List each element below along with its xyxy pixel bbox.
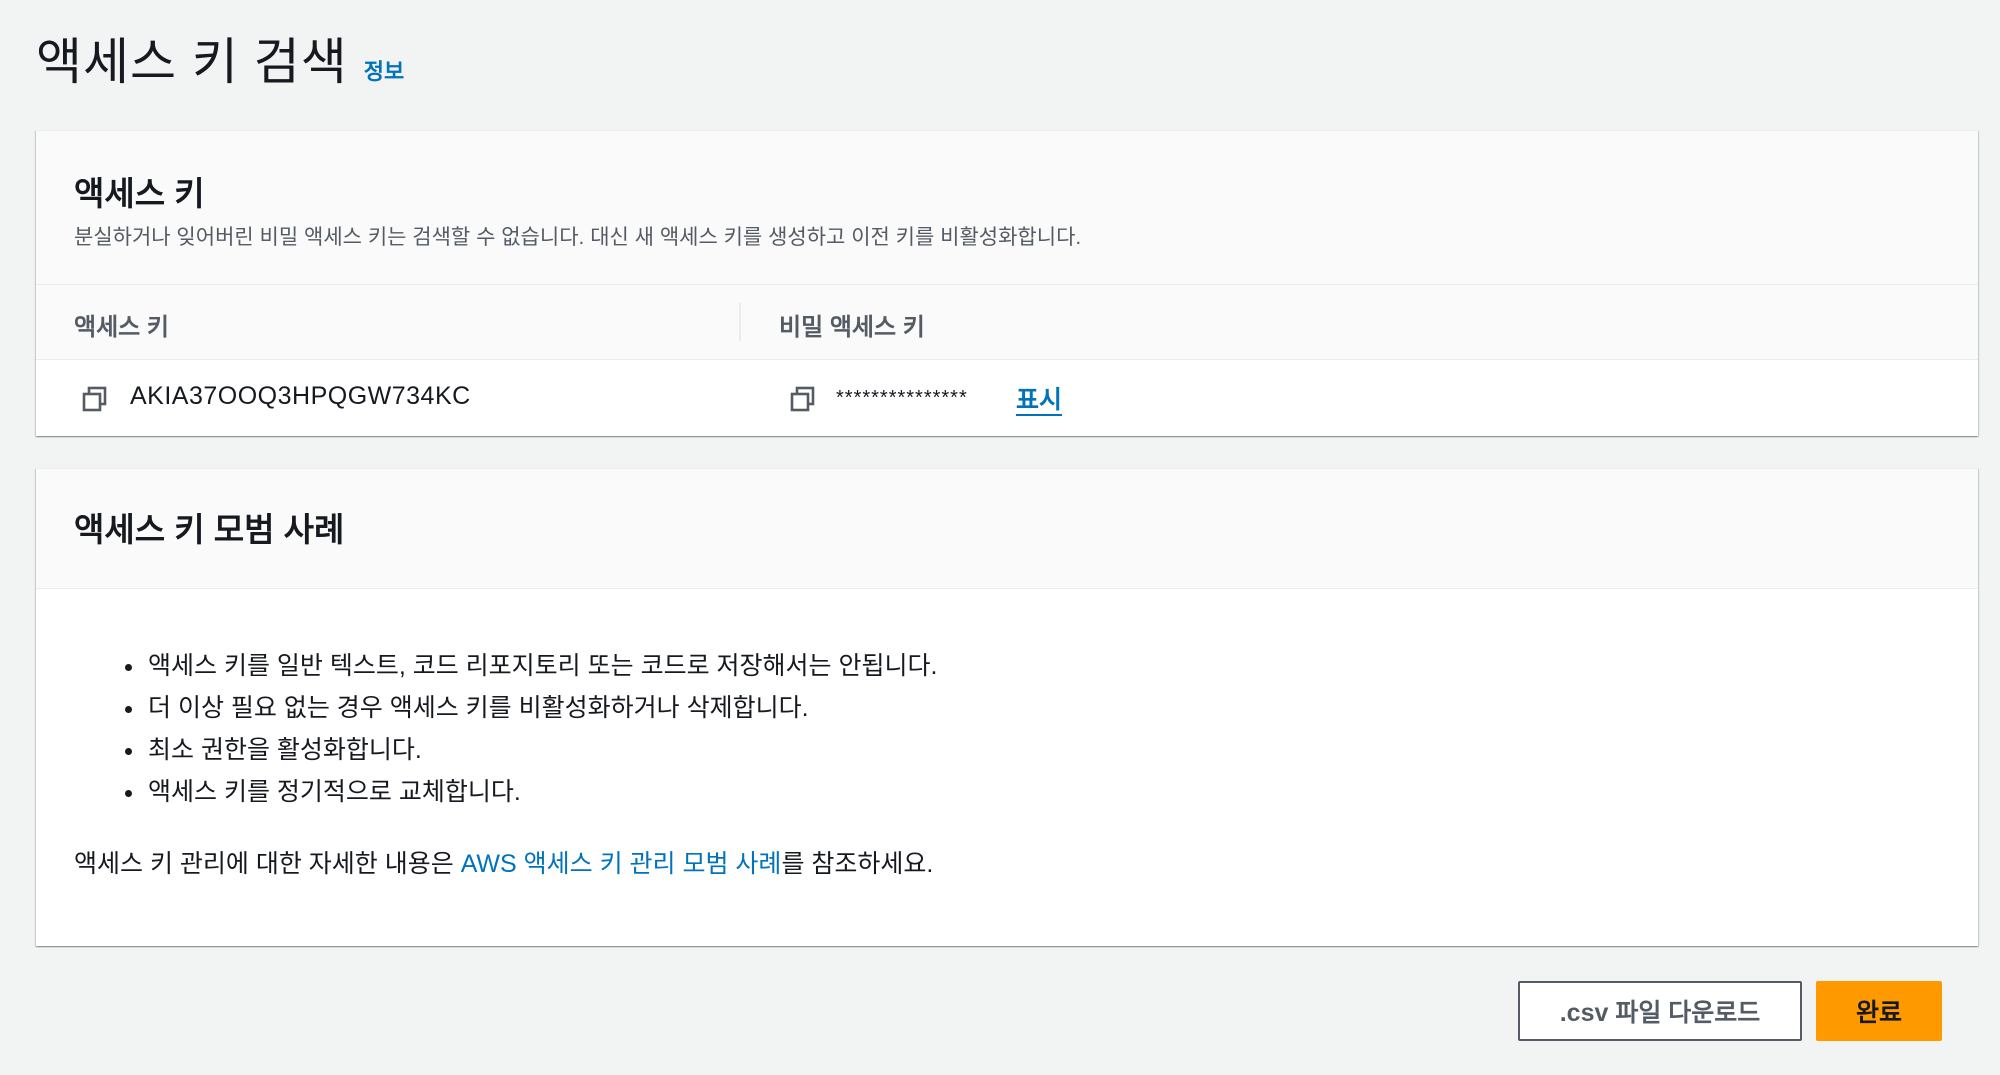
best-practices-link[interactable]: AWS 액세스 키 관리 모범 사례: [461, 850, 782, 878]
download-csv-button[interactable]: .csv 파일 다운로드: [1518, 981, 1802, 1041]
copy-icon[interactable]: [788, 384, 818, 414]
access-key-table-header: 액세스 키 비밀 액세스 키: [36, 285, 1978, 360]
best-practices-panel-header: 액세스 키 모범 사례: [36, 469, 1978, 589]
access-key-panel-description: 분실하거나 잊어버린 비밀 액세스 키는 검색할 수 없습니다. 대신 새 액세…: [74, 226, 1082, 249]
list-item: 액세스 키를 일반 텍스트, 코드 리포지토리 또는 코드로 저장해서는 안됩니…: [146, 645, 937, 687]
show-secret-link[interactable]: 표시: [1016, 380, 1062, 416]
page-title: 액세스 키 검색: [36, 34, 348, 90]
access-key-panel-title: 액세스 키: [74, 175, 205, 212]
access-key-panel-header: 액세스 키 분실하거나 잊어버린 비밀 액세스 키는 검색할 수 없습니다. 대…: [36, 131, 1978, 285]
column-divider: [739, 303, 741, 341]
best-practices-panel: 액세스 키 모범 사례 액세스 키를 일반 텍스트, 코드 리포지토리 또는 코…: [36, 468, 1978, 946]
access-key-id: AKIA37OOQ3HPQGW734KC: [130, 382, 471, 410]
copy-icon[interactable]: [80, 384, 110, 414]
column-header-access-key: 액세스 키: [74, 314, 169, 341]
access-key-panel: 액세스 키 분실하거나 잊어버린 비밀 액세스 키는 검색할 수 없습니다. 대…: [36, 130, 1978, 436]
list-item: 액세스 키를 정기적으로 교체합니다.: [146, 771, 937, 813]
secret-access-key-masked: ***************: [836, 387, 968, 409]
best-practices-list: 액세스 키를 일반 텍스트, 코드 리포지토리 또는 코드로 저장해서는 안됩니…: [116, 645, 937, 813]
copy-icon-graphic: [790, 386, 815, 412]
info-link[interactable]: 정보: [364, 54, 404, 86]
column-header-secret-access-key: 비밀 액세스 키: [779, 314, 925, 341]
best-practices-panel-title: 액세스 키 모범 사례: [74, 511, 345, 548]
note-prefix: 액세스 키 관리에 대한 자세한 내용은: [74, 850, 461, 878]
page-header: 액세스 키 검색 정보: [36, 22, 404, 94]
access-key-table-row: AKIA37OOQ3HPQGW734KC *************** 표시: [36, 360, 1978, 436]
note-suffix: 를 참조하세요.: [781, 850, 934, 878]
best-practices-note: 액세스 키 관리에 대한 자세한 내용은 AWS 액세스 키 관리 모범 사례를…: [74, 844, 933, 880]
done-button[interactable]: 완료: [1816, 981, 1942, 1041]
copy-icon-graphic: [82, 386, 107, 412]
list-item: 최소 권한을 활성화합니다.: [146, 729, 937, 771]
list-item: 더 이상 필요 없는 경우 액세스 키를 비활성화하거나 삭제합니다.: [146, 687, 937, 729]
